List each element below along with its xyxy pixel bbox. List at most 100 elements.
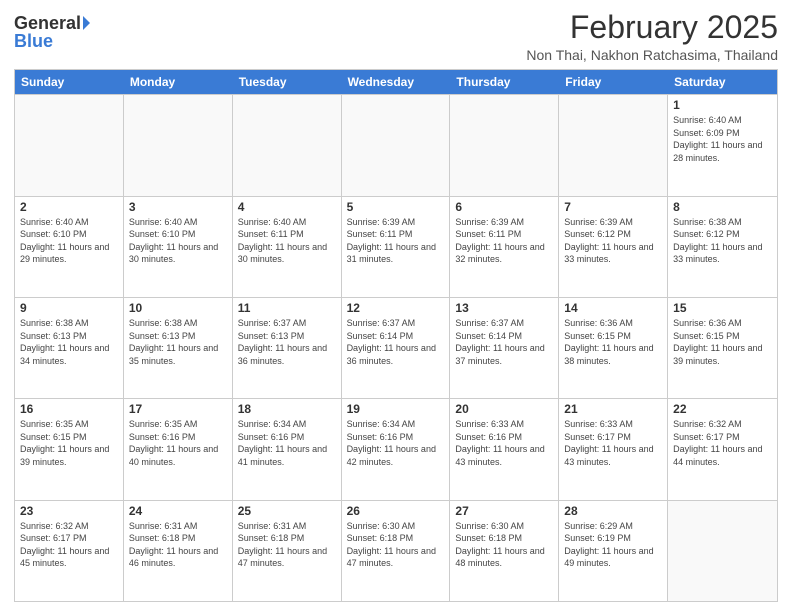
calendar-cell: 26 Sunrise: 6:30 AM Sunset: 6:18 PM Dayli… xyxy=(342,501,451,601)
day-info: Sunrise: 6:36 AM Sunset: 6:15 PM Dayligh… xyxy=(673,317,772,367)
calendar-cell: 11 Sunrise: 6:37 AM Sunset: 6:13 PM Dayli… xyxy=(233,298,342,398)
calendar-cell xyxy=(233,95,342,195)
weekday-header: Thursday xyxy=(450,70,559,94)
logo-general-text: General xyxy=(14,14,81,32)
title-block: February 2025 Non Thai, Nakhon Ratchasim… xyxy=(526,10,778,63)
day-info: Sunrise: 6:34 AM Sunset: 6:16 PM Dayligh… xyxy=(238,418,336,468)
calendar-cell: 1 Sunrise: 6:40 AM Sunset: 6:09 PM Daylig… xyxy=(668,95,777,195)
weekday-header: Saturday xyxy=(668,70,777,94)
day-number: 7 xyxy=(564,200,662,214)
day-info: Sunrise: 6:29 AM Sunset: 6:19 PM Dayligh… xyxy=(564,520,662,570)
calendar-cell: 2 Sunrise: 6:40 AM Sunset: 6:10 PM Daylig… xyxy=(15,197,124,297)
calendar-cell: 12 Sunrise: 6:37 AM Sunset: 6:14 PM Dayli… xyxy=(342,298,451,398)
day-info: Sunrise: 6:37 AM Sunset: 6:14 PM Dayligh… xyxy=(455,317,553,367)
day-number: 5 xyxy=(347,200,445,214)
day-number: 18 xyxy=(238,402,336,416)
calendar-cell xyxy=(124,95,233,195)
day-number: 17 xyxy=(129,402,227,416)
day-info: Sunrise: 6:33 AM Sunset: 6:16 PM Dayligh… xyxy=(455,418,553,468)
day-info: Sunrise: 6:38 AM Sunset: 6:13 PM Dayligh… xyxy=(20,317,118,367)
day-number: 12 xyxy=(347,301,445,315)
day-info: Sunrise: 6:31 AM Sunset: 6:18 PM Dayligh… xyxy=(238,520,336,570)
calendar-cell: 18 Sunrise: 6:34 AM Sunset: 6:16 PM Dayli… xyxy=(233,399,342,499)
weekday-header: Friday xyxy=(559,70,668,94)
calendar-row: 9 Sunrise: 6:38 AM Sunset: 6:13 PM Daylig… xyxy=(15,297,777,398)
calendar-cell: 15 Sunrise: 6:36 AM Sunset: 6:15 PM Dayli… xyxy=(668,298,777,398)
calendar-cell: 25Sunrise: 6:31 AM Sunset: 6:18 PM Dayli… xyxy=(233,501,342,601)
calendar-row: 2 Sunrise: 6:40 AM Sunset: 6:10 PM Daylig… xyxy=(15,196,777,297)
day-number: 15 xyxy=(673,301,772,315)
location: Non Thai, Nakhon Ratchasima, Thailand xyxy=(526,47,778,63)
day-number: 16 xyxy=(20,402,118,416)
calendar-cell: 6Sunrise: 6:39 AM Sunset: 6:11 PM Daylig… xyxy=(450,197,559,297)
calendar-row: 23 Sunrise: 6:32 AM Sunset: 6:17 PM Dayli… xyxy=(15,500,777,601)
calendar-cell: 3Sunrise: 6:40 AM Sunset: 6:10 PM Daylig… xyxy=(124,197,233,297)
calendar-cell: 4 Sunrise: 6:40 AM Sunset: 6:11 PM Daylig… xyxy=(233,197,342,297)
day-number: 11 xyxy=(238,301,336,315)
day-number: 26 xyxy=(347,504,445,518)
day-info: Sunrise: 6:40 AM Sunset: 6:10 PM Dayligh… xyxy=(20,216,118,266)
day-info: Sunrise: 6:32 AM Sunset: 6:17 PM Dayligh… xyxy=(20,520,118,570)
day-info: Sunrise: 6:38 AM Sunset: 6:13 PM Dayligh… xyxy=(129,317,227,367)
day-info: Sunrise: 6:34 AM Sunset: 6:16 PM Dayligh… xyxy=(347,418,445,468)
day-number: 21 xyxy=(564,402,662,416)
calendar-cell: 22Sunrise: 6:32 AM Sunset: 6:17 PM Dayli… xyxy=(668,399,777,499)
day-info: Sunrise: 6:33 AM Sunset: 6:17 PM Dayligh… xyxy=(564,418,662,468)
calendar-cell xyxy=(450,95,559,195)
day-info: Sunrise: 6:36 AM Sunset: 6:15 PM Dayligh… xyxy=(564,317,662,367)
calendar-cell: 9 Sunrise: 6:38 AM Sunset: 6:13 PM Daylig… xyxy=(15,298,124,398)
day-number: 13 xyxy=(455,301,553,315)
day-info: Sunrise: 6:37 AM Sunset: 6:13 PM Dayligh… xyxy=(238,317,336,367)
logo: General Blue xyxy=(14,14,90,50)
day-info: Sunrise: 6:40 AM Sunset: 6:09 PM Dayligh… xyxy=(673,114,772,164)
calendar-row: 16 Sunrise: 6:35 AM Sunset: 6:15 PM Dayli… xyxy=(15,398,777,499)
day-info: Sunrise: 6:35 AM Sunset: 6:15 PM Dayligh… xyxy=(20,418,118,468)
header: General Blue February 2025 Non Thai, Nak… xyxy=(14,10,778,63)
calendar-cell: 5 Sunrise: 6:39 AM Sunset: 6:11 PM Daylig… xyxy=(342,197,451,297)
day-number: 4 xyxy=(238,200,336,214)
weekday-header: Sunday xyxy=(15,70,124,94)
calendar-cell: 24 Sunrise: 6:31 AM Sunset: 6:18 PM Dayli… xyxy=(124,501,233,601)
day-number: 9 xyxy=(20,301,118,315)
day-info: Sunrise: 6:35 AM Sunset: 6:16 PM Dayligh… xyxy=(129,418,227,468)
day-info: Sunrise: 6:40 AM Sunset: 6:11 PM Dayligh… xyxy=(238,216,336,266)
calendar-body: 1 Sunrise: 6:40 AM Sunset: 6:09 PM Daylig… xyxy=(15,94,777,601)
day-number: 23 xyxy=(20,504,118,518)
day-number: 3 xyxy=(129,200,227,214)
calendar-cell: 28 Sunrise: 6:29 AM Sunset: 6:19 PM Dayli… xyxy=(559,501,668,601)
calendar-cell: 7 Sunrise: 6:39 AM Sunset: 6:12 PM Daylig… xyxy=(559,197,668,297)
day-info: Sunrise: 6:31 AM Sunset: 6:18 PM Dayligh… xyxy=(129,520,227,570)
calendar-row: 1 Sunrise: 6:40 AM Sunset: 6:09 PM Daylig… xyxy=(15,94,777,195)
day-number: 8 xyxy=(673,200,772,214)
day-number: 6 xyxy=(455,200,553,214)
calendar-cell: 23 Sunrise: 6:32 AM Sunset: 6:17 PM Dayli… xyxy=(15,501,124,601)
weekday-header: Tuesday xyxy=(233,70,342,94)
day-number: 10 xyxy=(129,301,227,315)
calendar-cell: 27Sunrise: 6:30 AM Sunset: 6:18 PM Dayli… xyxy=(450,501,559,601)
day-info: Sunrise: 6:37 AM Sunset: 6:14 PM Dayligh… xyxy=(347,317,445,367)
calendar-cell: 21 Sunrise: 6:33 AM Sunset: 6:17 PM Dayli… xyxy=(559,399,668,499)
calendar-cell: 14 Sunrise: 6:36 AM Sunset: 6:15 PM Dayli… xyxy=(559,298,668,398)
calendar-cell: 10 Sunrise: 6:38 AM Sunset: 6:13 PM Dayli… xyxy=(124,298,233,398)
day-number: 24 xyxy=(129,504,227,518)
calendar-cell xyxy=(15,95,124,195)
day-number: 1 xyxy=(673,98,772,112)
calendar-cell: 19Sunrise: 6:34 AM Sunset: 6:16 PM Dayli… xyxy=(342,399,451,499)
calendar-cell: 20Sunrise: 6:33 AM Sunset: 6:16 PM Dayli… xyxy=(450,399,559,499)
day-number: 28 xyxy=(564,504,662,518)
month-year: February 2025 xyxy=(526,10,778,45)
day-number: 14 xyxy=(564,301,662,315)
calendar-cell: 17 Sunrise: 6:35 AM Sunset: 6:16 PM Dayli… xyxy=(124,399,233,499)
calendar-cell: 8Sunrise: 6:38 AM Sunset: 6:12 PM Daylig… xyxy=(668,197,777,297)
day-info: Sunrise: 6:30 AM Sunset: 6:18 PM Dayligh… xyxy=(455,520,553,570)
day-info: Sunrise: 6:39 AM Sunset: 6:11 PM Dayligh… xyxy=(347,216,445,266)
logo-icon xyxy=(83,16,90,30)
day-info: Sunrise: 6:32 AM Sunset: 6:17 PM Dayligh… xyxy=(673,418,772,468)
day-number: 2 xyxy=(20,200,118,214)
page: General Blue February 2025 Non Thai, Nak… xyxy=(0,0,792,612)
logo-blue-text: Blue xyxy=(14,32,53,50)
calendar-cell: 13 Sunrise: 6:37 AM Sunset: 6:14 PM Dayli… xyxy=(450,298,559,398)
calendar-header: SundayMondayTuesdayWednesdayThursdayFrid… xyxy=(15,70,777,94)
day-info: Sunrise: 6:39 AM Sunset: 6:12 PM Dayligh… xyxy=(564,216,662,266)
day-info: Sunrise: 6:30 AM Sunset: 6:18 PM Dayligh… xyxy=(347,520,445,570)
